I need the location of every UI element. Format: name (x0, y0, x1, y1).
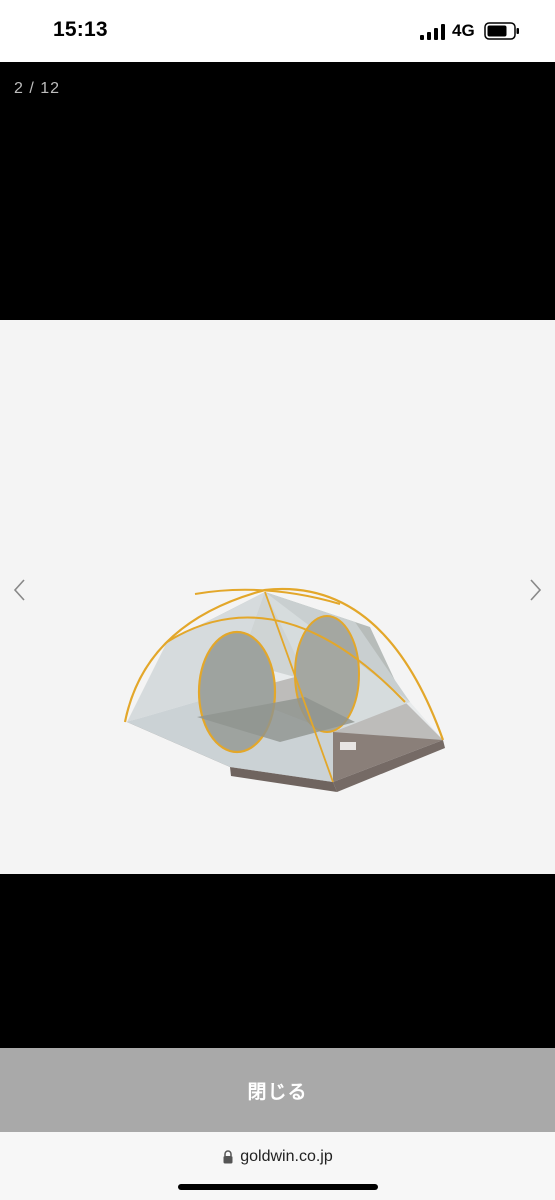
network-label: 4G (452, 21, 475, 40)
status-time: 15:13 (53, 18, 108, 41)
chevron-left-icon[interactable] (8, 572, 32, 608)
home-indicator[interactable] (178, 1184, 378, 1190)
image-panel[interactable] (0, 320, 555, 874)
page-counter: 2 / 12 (14, 80, 61, 97)
status-bar: 15:13 4G (0, 0, 555, 62)
close-button-label: 閉じる (247, 1081, 308, 1103)
chevron-right-icon[interactable] (523, 572, 547, 608)
battery-icon (484, 22, 519, 40)
url-text: goldwin.co.jp (240, 1148, 333, 1165)
lock-icon (223, 1150, 233, 1164)
tent-image (123, 587, 445, 792)
url-bar[interactable]: goldwin.co.jp (0, 1146, 555, 1168)
signal-icon (420, 24, 445, 40)
close-button[interactable]: 閉じる (0, 1048, 555, 1132)
